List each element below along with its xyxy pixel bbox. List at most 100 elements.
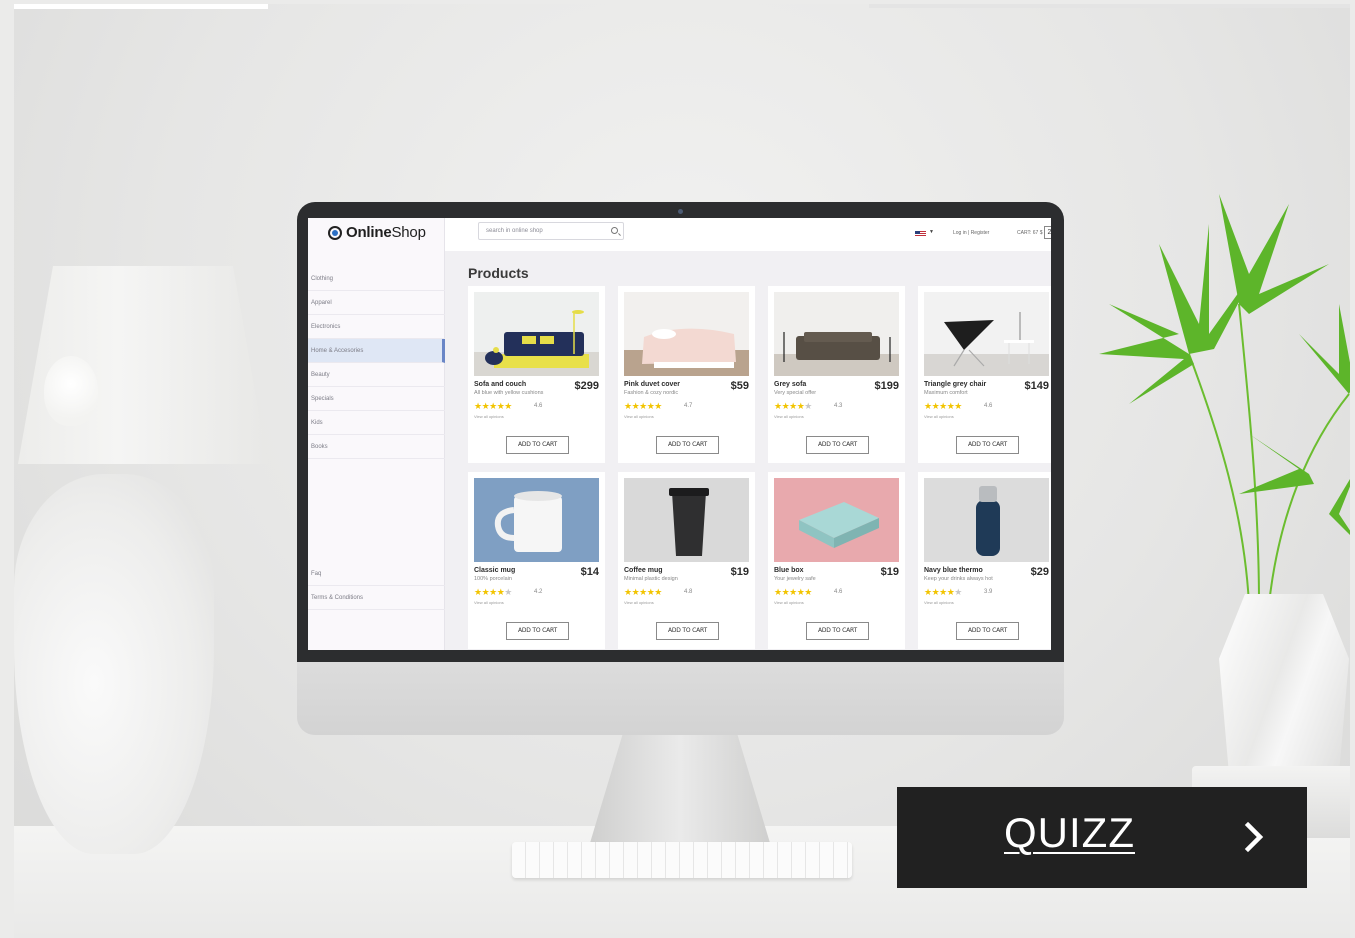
product-card[interactable]: Navy blue thermo Keep your drinks always… [918,472,1051,649]
category-list: Clothing Apparel Electronics Home & Acce… [308,267,445,459]
shop-logo[interactable]: OnlineShop [328,224,426,241]
star-rating-icon: ★★★★★ [624,587,662,597]
product-subtitle: Fashion & cozy nordic [624,390,679,396]
add-to-cart-button[interactable]: ADD TO CART [506,622,569,640]
add-to-cart-button[interactable]: ADD TO CART [806,622,869,640]
product-price: $14 [580,566,599,578]
lamp-base [14,474,214,854]
product-card[interactable]: Triangle grey chair Maximum comfort $149… [918,286,1051,463]
product-image-coffee-mug [624,478,749,562]
add-to-cart-button[interactable]: ADD TO CART [956,622,1019,640]
add-to-cart-button[interactable]: ADD TO CART [656,622,719,640]
product-name[interactable]: Navy blue thermo [924,567,983,574]
product-card[interactable]: Classic mug 100% porcelain $14 ★★★★★ 4.2… [468,472,605,649]
footer-links: Faq Terms & Conditions [308,562,445,610]
camera-dot [678,209,683,214]
chevron-down-icon[interactable]: ▼ [929,229,934,235]
sidebar-item-specials[interactable]: Specials [308,387,445,411]
product-price: $29 [1030,566,1049,578]
star-rating-icon: ★★★★★ [474,401,512,411]
product-image-blue-box [774,478,899,562]
star-rating-icon: ★★★★★ [924,401,962,411]
footer-link-terms[interactable]: Terms & Conditions [308,586,445,610]
rating-value: 4.6 [834,589,843,595]
search-placeholder: search in online shop [486,228,543,234]
view-opinions-link[interactable]: View all opinions [474,600,504,605]
sidebar-item-kids[interactable]: Kids [308,411,445,435]
rating-value: 3.9 [984,589,993,595]
chevron-right-icon[interactable] [1238,821,1270,853]
us-flag-icon[interactable] [915,231,926,237]
product-name[interactable]: Triangle grey chair [924,381,986,388]
top-strip [869,4,1350,8]
product-subtitle: 100% porcelain [474,576,512,582]
shop-screen: OnlineShop Clothing Apparel Electronics … [308,218,1051,650]
add-to-cart-button[interactable]: ADD TO CART [956,436,1019,454]
product-name[interactable]: Pink duvet cover [624,381,680,388]
add-to-cart-button[interactable]: ADD TO CART [506,436,569,454]
star-rating-icon: ★★★★★ [624,401,662,411]
product-card[interactable]: Pink duvet cover Fashion & cozy nordic $… [618,286,755,463]
view-opinions-link[interactable]: View all opinions [774,414,804,419]
star-rating-icon: ★★★★★ [774,587,812,597]
quizz-label[interactable]: QUIZZ [897,809,1242,857]
sidebar-item-beauty[interactable]: Beauty [308,363,445,387]
search-input[interactable]: search in online shop [478,222,624,240]
star-rating-icon: ★★★★★ [474,587,512,597]
product-image-classic-mug [474,478,599,562]
product-price: $149 [1024,380,1049,392]
view-opinions-link[interactable]: View all opinions [474,414,504,419]
add-to-cart-button[interactable]: ADD TO CART [656,436,719,454]
rating-value: 4.8 [684,589,693,595]
product-price: $199 [874,380,899,392]
rating-value: 4.7 [684,403,693,409]
footer-link-faq[interactable]: Faq [308,562,445,586]
product-price: $19 [880,566,899,578]
product-subtitle: All blue with yellow cushions [474,390,544,396]
product-subtitle: Keep your drinks always hot [924,576,993,582]
product-name[interactable]: Coffee mug [624,567,663,574]
star-rating-icon: ★★★★★ [924,587,962,597]
rating-value: 4.6 [984,403,993,409]
product-image-sofa [474,292,599,376]
sidebar-item-books[interactable]: Books [308,435,445,459]
product-name[interactable]: Blue box [774,567,804,574]
lamp-bulb [44,356,98,426]
view-opinions-link[interactable]: View all opinions [624,600,654,605]
sidebar-item-electronics[interactable]: Electronics [308,315,445,339]
view-opinions-link[interactable]: View all opinions [924,600,954,605]
plant-illustration [1099,194,1350,605]
product-price: $299 [574,380,599,392]
rating-value: 4.6 [534,403,543,409]
product-subtitle: Very special offer [774,390,817,396]
cart-count-badge[interactable]: 2 [1044,226,1051,239]
sidebar-item-clothing[interactable]: Clothing [308,267,445,291]
product-name[interactable]: Sofa and couch [474,381,526,388]
view-opinions-link[interactable]: View all opinions [624,414,654,419]
product-card[interactable]: Grey sofa Very special offer $199 ★★★★★ … [768,286,905,463]
page-title: Products [468,265,529,281]
search-icon[interactable] [611,227,618,234]
product-image-chair [924,292,1049,376]
vase [1219,594,1349,779]
top-strip [14,4,268,9]
product-name[interactable]: Grey sofa [774,381,806,388]
product-card[interactable]: Sofa and couch All blue with yellow cush… [468,286,605,463]
logo-text: OnlineShop [346,224,426,241]
login-register-link[interactable]: Log in | Register [953,230,989,236]
keyboard [512,842,852,878]
product-name[interactable]: Classic mug [474,567,515,574]
view-opinions-link[interactable]: View all opinions [774,600,804,605]
product-card[interactable]: Coffee mug Minimal plastic design $19 ★★… [618,472,755,649]
add-to-cart-button[interactable]: ADD TO CART [806,436,869,454]
monitor-chin [297,662,1064,735]
product-subtitle: Maximum comfort [924,390,968,396]
sidebar-item-apparel[interactable]: Apparel [308,291,445,315]
product-image-duvet [624,292,749,376]
view-opinions-link[interactable]: View all opinions [924,414,954,419]
quizz-button[interactable]: QUIZZ [897,787,1307,888]
sidebar-item-home-accesories[interactable]: Home & Accesories [308,339,445,363]
sidebar: OnlineShop Clothing Apparel Electronics … [308,218,445,650]
product-card[interactable]: Blue box Your jewelry safe $19 ★★★★★ 4.6… [768,472,905,649]
cart-total[interactable]: CART: 67 $ [1017,230,1042,236]
